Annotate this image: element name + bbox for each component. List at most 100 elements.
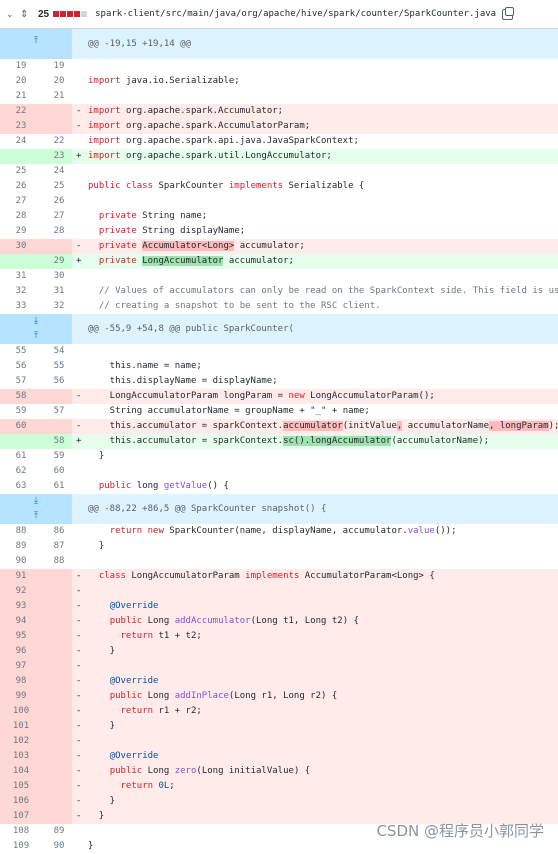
old-line-number[interactable]: 107 <box>6 809 36 824</box>
diff-sign: - <box>76 661 82 671</box>
old-line-number[interactable]: 33 <box>6 299 36 314</box>
old-line-number[interactable]: 20 <box>6 74 36 89</box>
old-line-number[interactable]: 96 <box>6 644 36 659</box>
old-line-number[interactable]: 103 <box>6 749 36 764</box>
expand-both-icon[interactable]: ⤓ ⤒ <box>26 494 46 521</box>
old-line-number[interactable]: 31 <box>6 269 36 284</box>
new-line-number[interactable]: 90 <box>44 839 74 854</box>
new-line-number[interactable]: 58 <box>44 434 74 449</box>
old-line-number[interactable]: 21 <box>6 89 36 104</box>
old-line-number[interactable]: 61 <box>6 449 36 464</box>
code-token: @Override <box>109 601 159 611</box>
old-line-number[interactable]: 62 <box>6 464 36 479</box>
old-line-number[interactable]: 23 <box>6 119 36 134</box>
old-line-number[interactable]: 60 <box>6 419 36 434</box>
line-gutter: 27 26 <box>0 194 72 209</box>
new-line-number[interactable]: 23 <box>44 149 74 164</box>
new-line-number[interactable]: 55 <box>44 359 74 374</box>
old-line-number[interactable]: 104 <box>6 764 36 779</box>
new-line-number[interactable]: 22 <box>44 134 74 149</box>
changes-count: 25 <box>38 8 50 20</box>
diff-sign: - <box>76 766 82 776</box>
file-path[interactable]: spark-client/src/main/java/org/apache/hi… <box>95 9 496 19</box>
old-line-number[interactable]: 32 <box>6 284 36 299</box>
line-gutter: 24 22 <box>0 134 72 149</box>
new-line-number[interactable]: 27 <box>44 209 74 224</box>
new-line-number[interactable]: 29 <box>44 254 74 269</box>
old-line-number[interactable]: 22 <box>6 104 36 119</box>
old-line-number[interactable]: 56 <box>6 359 36 374</box>
new-line-number[interactable]: 24 <box>44 164 74 179</box>
old-line-number[interactable]: 25 <box>6 164 36 179</box>
diff-sign: - <box>76 391 82 401</box>
old-line-number[interactable]: 97 <box>6 659 36 674</box>
code-token: SparkCounter(name, displayName, accumula… <box>163 526 408 536</box>
old-line-number[interactable]: 90 <box>6 554 36 569</box>
new-line-number[interactable]: 21 <box>44 89 74 104</box>
old-line-number[interactable]: 89 <box>6 539 36 554</box>
line-gutter: 91 <box>0 569 72 584</box>
new-line-number[interactable]: 19 <box>44 59 74 74</box>
old-line-number[interactable]: 93 <box>6 599 36 614</box>
old-line-number[interactable]: 88 <box>6 524 36 539</box>
old-line-number[interactable]: 108 <box>6 824 36 839</box>
new-line-number[interactable]: 26 <box>44 194 74 209</box>
new-line-number[interactable]: 30 <box>44 269 74 284</box>
new-line-number[interactable]: 61 <box>44 479 74 494</box>
old-line-number[interactable]: 58 <box>6 389 36 404</box>
new-line-number[interactable]: 20 <box>44 74 74 89</box>
old-line-number[interactable]: 19 <box>6 59 36 74</box>
old-line-number[interactable]: 27 <box>6 194 36 209</box>
old-line-number[interactable]: 29 <box>6 224 36 239</box>
old-line-number[interactable]: 98 <box>6 674 36 689</box>
new-line-number[interactable]: 59 <box>44 449 74 464</box>
new-line-number[interactable]: 86 <box>44 524 74 539</box>
code-line: String accumulatorName = groupName + "_"… <box>88 404 558 419</box>
old-line-number[interactable]: 102 <box>6 734 36 749</box>
old-line-number[interactable]: 95 <box>6 629 36 644</box>
context-line: 62 60 <box>0 464 558 479</box>
old-line-number[interactable]: 59 <box>6 404 36 419</box>
old-line-number[interactable]: 105 <box>6 779 36 794</box>
old-line-number[interactable]: 100 <box>6 704 36 719</box>
new-line-number[interactable]: 54 <box>44 344 74 359</box>
old-line-number[interactable]: 91 <box>6 569 36 584</box>
old-line-number[interactable]: 106 <box>6 794 36 809</box>
expand-up-icon[interactable]: ⤒ <box>26 29 46 46</box>
old-line-number[interactable]: 99 <box>6 689 36 704</box>
new-line-number[interactable]: 60 <box>44 464 74 479</box>
new-line-number[interactable]: 32 <box>44 299 74 314</box>
code-token: import <box>88 106 126 116</box>
old-line-number[interactable]: 109 <box>6 839 36 854</box>
code-token: } <box>88 646 116 656</box>
new-line-number[interactable]: 25 <box>44 179 74 194</box>
old-line-number[interactable]: 28 <box>6 209 36 224</box>
old-line-number[interactable]: 101 <box>6 719 36 734</box>
old-line-number[interactable]: 55 <box>6 344 36 359</box>
old-line-number[interactable]: 63 <box>6 479 36 494</box>
code-token: r1 + r2; <box>153 706 202 716</box>
expand-all-icon[interactable]: ⇕ <box>20 9 32 20</box>
diff-sign: - <box>76 706 82 716</box>
old-line-number[interactable]: 30 <box>6 239 36 254</box>
new-line-number[interactable]: 88 <box>44 554 74 569</box>
expand-both-icon[interactable]: ⤓ ⤒ <box>26 314 46 341</box>
copy-icon[interactable] <box>502 6 515 20</box>
new-line-number[interactable]: 28 <box>44 224 74 239</box>
code-token: (Long initialValue) { <box>196 766 311 776</box>
old-line-number[interactable]: 94 <box>6 614 36 629</box>
new-line-number[interactable]: 31 <box>44 284 74 299</box>
new-line-number[interactable]: 87 <box>44 539 74 554</box>
old-line-number[interactable]: 57 <box>6 374 36 389</box>
new-line-number[interactable]: 89 <box>44 824 74 839</box>
old-line-number[interactable]: 92 <box>6 584 36 599</box>
new-line-number[interactable]: 56 <box>44 374 74 389</box>
new-line-number[interactable]: 57 <box>44 404 74 419</box>
code-token: return <box>120 631 154 641</box>
code-line: } <box>88 794 558 809</box>
old-line-number[interactable]: 26 <box>6 179 36 194</box>
code-token: private <box>98 211 137 221</box>
code-line: import org.apache.spark.Accumulator; <box>88 104 558 119</box>
old-line-number[interactable]: 24 <box>6 134 36 149</box>
chevron-down-icon[interactable]: ⌄ <box>6 9 16 20</box>
